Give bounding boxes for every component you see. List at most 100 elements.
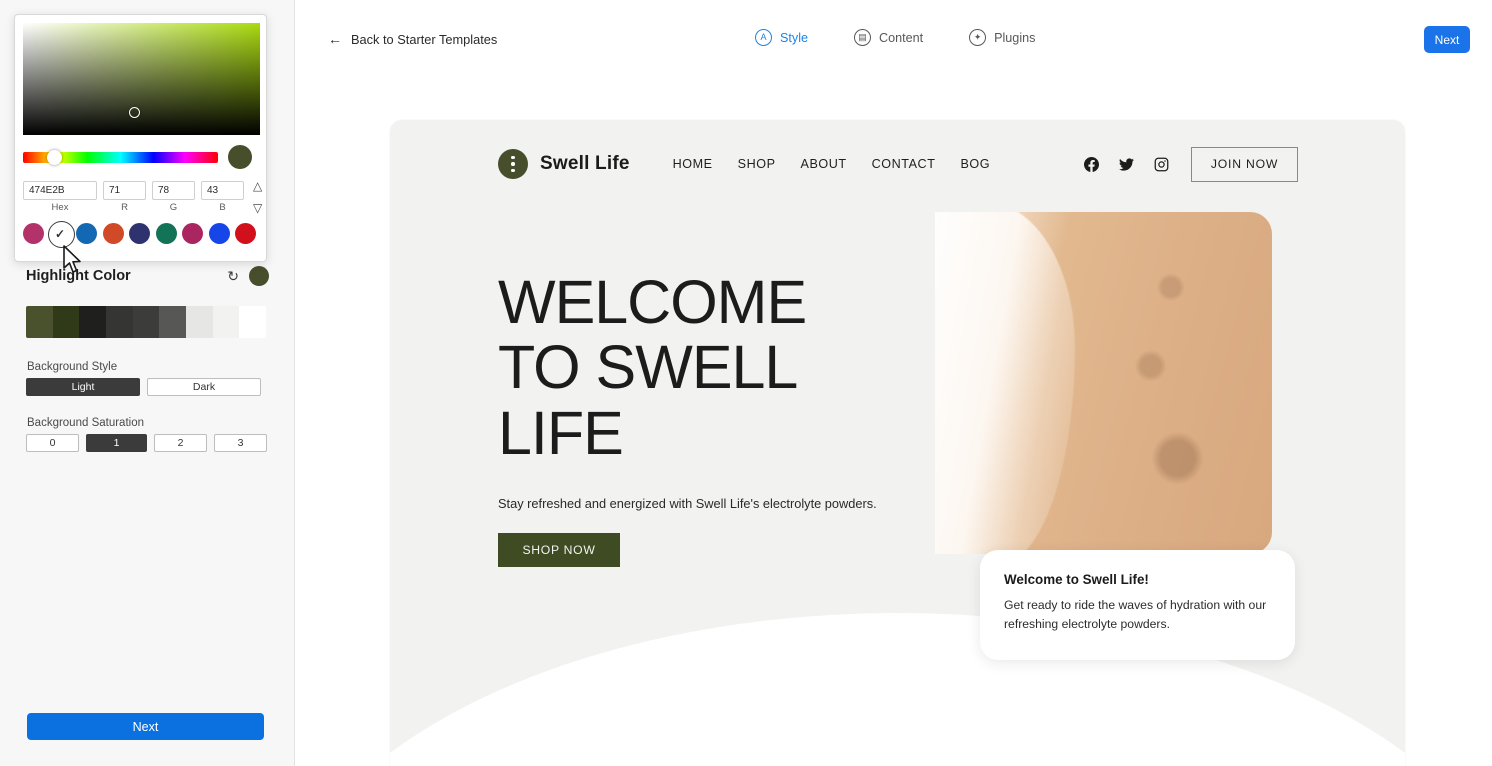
background-style-options: Light Dark	[26, 378, 261, 396]
hex-label: Hex	[51, 202, 69, 213]
background-saturation-option-1[interactable]: 1	[86, 434, 147, 452]
color-palette-strip[interactable]	[26, 306, 266, 338]
tab-label: Content	[879, 30, 924, 45]
shop-now-button[interactable]: SHOP NOW	[498, 532, 620, 567]
preset-orange[interactable]	[102, 223, 124, 244]
hue-slider-handle[interactable]	[47, 149, 62, 165]
hero-subtitle: Stay refreshed and energized with Swell …	[498, 495, 877, 511]
palette-swatch-6[interactable]	[186, 306, 213, 338]
preset-raspberry[interactable]	[182, 223, 203, 244]
menu-item-contact[interactable]: CONTACT	[872, 157, 936, 171]
chevron-down-icon[interactable]: ▽	[253, 202, 262, 214]
welcome-card: Welcome to Swell Life! Get ready to ride…	[980, 550, 1295, 660]
palette-swatch-7[interactable]	[212, 306, 240, 338]
background-saturation-label: Background Saturation	[27, 417, 144, 429]
tab-plugins[interactable]: ✦ Plugins	[969, 29, 1035, 46]
background-saturation-options: 0123	[26, 434, 267, 452]
wizard-topbar: ← Back to Starter Templates A Style ▤ Conte…	[295, 0, 1492, 80]
menu-item-home[interactable]: HOME	[673, 157, 713, 171]
hero-title: WELCOME TO SWELL LIFE	[498, 268, 918, 467]
template-preview-canvas: Swell Life HOME SHOP ABOUT CONTACT BOG J…	[295, 80, 1492, 766]
red-label: R	[121, 202, 128, 213]
preset-olive[interactable]: ✓	[47, 221, 75, 248]
color-value-fields: 474E2B Hex 71 R 78 G 43 B △ ▽	[23, 180, 262, 214]
tab-label: Style	[780, 30, 808, 45]
saturation-value-handle[interactable]	[129, 107, 140, 118]
background-style-option-light[interactable]: Light	[26, 378, 140, 396]
background-saturation-option-0[interactable]: 0	[26, 434, 79, 452]
hero-title-line-1: TO SWELL	[498, 333, 798, 402]
back-link-label: Back to Starter Templates	[351, 31, 498, 47]
palette-swatch-3[interactable]	[106, 306, 133, 338]
website-preview: Swell Life HOME SHOP ABOUT CONTACT BOG J…	[390, 120, 1405, 766]
site-brand[interactable]: Swell Life	[498, 149, 630, 179]
highlight-color-label: Highlight Color	[26, 268, 131, 284]
green-input[interactable]: 78	[152, 181, 195, 200]
join-now-button[interactable]: JOIN NOW	[1191, 146, 1298, 182]
site-navbar: Swell Life HOME SHOP ABOUT CONTACT BOG J…	[390, 133, 1405, 195]
preset-navy[interactable]	[129, 223, 150, 244]
chevron-up-icon[interactable]: △	[253, 180, 262, 192]
top-next-button[interactable]: Next	[1424, 26, 1470, 53]
palette-swatch-5[interactable]	[159, 306, 187, 338]
preset-bright-blue[interactable]	[208, 223, 230, 244]
background-style-label: Background Style	[27, 361, 118, 373]
style-icon: A	[755, 29, 772, 46]
welcome-card-body: Get ready to ride the waves of hydration…	[1004, 598, 1267, 632]
hero-title-line-2: LIFE	[498, 398, 624, 467]
wizard-step-tabs: A Style ▤ Content ✦ Plugins	[755, 29, 1035, 46]
saturation-value-area[interactable]	[23, 23, 260, 135]
plugins-icon: ✦	[969, 29, 987, 46]
menu-item-shop[interactable]: SHOP	[738, 157, 776, 171]
tab-label: Plugins	[994, 30, 1036, 45]
check-icon: ✓	[54, 226, 66, 241]
welcome-card-title: Welcome to Swell Life!	[1004, 572, 1149, 587]
blue-input[interactable]: 43	[201, 181, 244, 200]
menu-item-about[interactable]: ABOUT	[801, 157, 847, 171]
menu-item-bog[interactable]: BOG	[960, 157, 990, 171]
background-saturation-option-3[interactable]: 3	[214, 434, 267, 452]
facebook-icon[interactable]	[1084, 156, 1099, 172]
palette-swatch-0[interactable]	[26, 306, 53, 338]
site-menu: HOME SHOP ABOUT CONTACT BOG	[673, 157, 990, 171]
reset-icon[interactable]: ↻	[227, 268, 239, 285]
palette-swatch-8[interactable]	[239, 306, 266, 338]
highlight-color-controls: ↻	[227, 266, 269, 286]
preset-blue[interactable]	[76, 223, 97, 244]
content-icon: ▤	[854, 29, 871, 46]
background-saturation-option-2[interactable]: 2	[154, 434, 207, 452]
style-sidebar: 474E2B Hex 71 R 78 G 43 B △ ▽ ✓ Highligh…	[0, 0, 295, 766]
blue-label: B	[219, 202, 226, 213]
highlight-color-swatch[interactable]	[249, 266, 269, 286]
arrow-left-icon: ←	[328, 31, 342, 47]
twitter-icon[interactable]	[1119, 157, 1134, 172]
tab-style[interactable]: A Style	[755, 29, 808, 46]
tab-content[interactable]: ▤ Content	[854, 29, 923, 46]
navbar-right: JOIN NOW	[1084, 146, 1298, 182]
color-picker-popover[interactable]: 474E2B Hex 71 R 78 G 43 B △ ▽ ✓	[14, 14, 267, 262]
hue-slider[interactable]	[23, 149, 218, 165]
hex-field-group: 474E2B Hex	[23, 181, 97, 213]
preset-magenta[interactable]	[23, 223, 44, 244]
sidebar-next-button[interactable]: Next	[27, 713, 264, 740]
background-style-option-dark[interactable]: Dark	[147, 378, 261, 396]
palette-swatch-2[interactable]	[79, 306, 107, 338]
green-field-group: 78 G	[152, 181, 195, 213]
value-stepper[interactable]: △ ▽	[253, 180, 262, 214]
red-input[interactable]: 71	[103, 181, 146, 200]
back-to-starter-templates-link[interactable]: ← Back to Starter Templates	[328, 31, 497, 47]
green-label: G	[169, 202, 178, 213]
preset-teal[interactable]	[155, 223, 177, 244]
palette-swatch-1[interactable]	[52, 306, 80, 338]
highlight-color-row: Highlight Color ↻	[26, 266, 269, 286]
brand-name: Swell Life	[540, 153, 630, 174]
dots-vertical-logo-icon	[498, 149, 528, 179]
blue-field-group: 43 B	[201, 181, 244, 213]
hex-input[interactable]: 474E2B	[23, 181, 97, 200]
hero-image	[935, 212, 1272, 554]
hero-title-line-0: WELCOME	[498, 268, 807, 336]
preset-red[interactable]	[235, 223, 256, 244]
hero-content: WELCOME TO SWELL LIFE Stay refreshed and e…	[498, 268, 918, 567]
instagram-icon[interactable]	[1154, 157, 1169, 172]
palette-swatch-4[interactable]	[132, 306, 160, 338]
